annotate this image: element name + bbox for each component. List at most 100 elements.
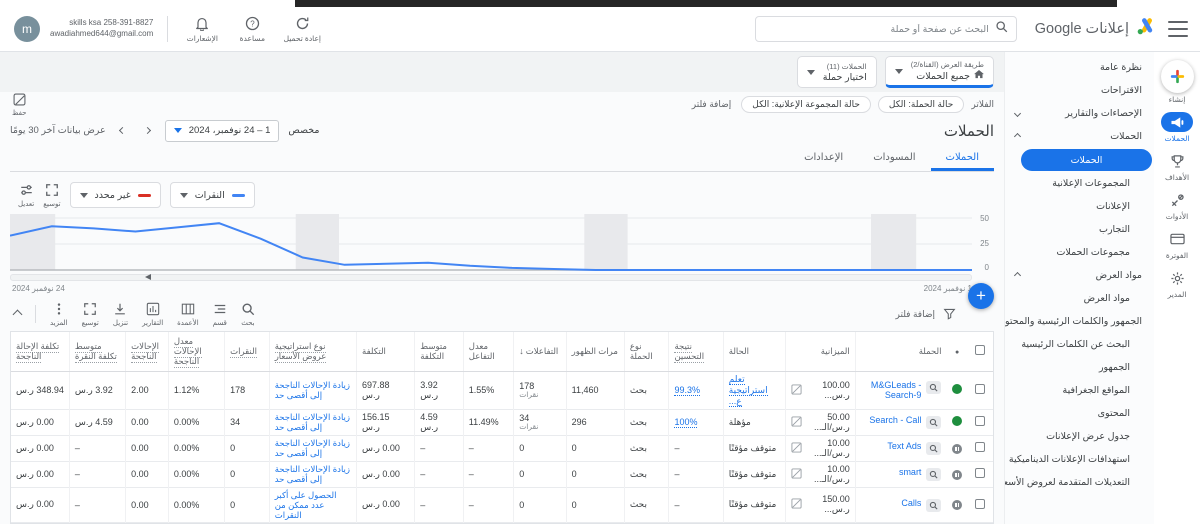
campaign-name-link[interactable]: Text Ads	[887, 441, 921, 451]
rail-item-create[interactable]: إنشاء	[1161, 60, 1194, 104]
rail-item-admin[interactable]: المدير	[1161, 268, 1193, 299]
sidebar-item[interactable]: الإعلانات	[1005, 195, 1154, 218]
sidebar-item[interactable]: الحملات	[1005, 125, 1154, 148]
reload-button[interactable]: إعادة تحميل	[282, 16, 322, 43]
column-header-avgcost[interactable]: متوسط التكلفة	[415, 332, 464, 371]
global-search[interactable]	[755, 16, 1017, 42]
column-header-inter[interactable]: التفاعلات↓	[514, 332, 566, 371]
sidebar-item[interactable]: المجموعات الإعلانية	[1005, 172, 1154, 195]
rail-item-campaigns[interactable]: الحملات	[1161, 112, 1193, 143]
sidebar-item[interactable]: البحث عن الكلمات الرئيسية	[1005, 333, 1154, 356]
tab-2[interactable]: الإعدادات	[789, 146, 858, 171]
column-header-avgcpc[interactable]: متوسط تكلفة النقرة	[69, 332, 125, 371]
avatar[interactable]: m	[14, 16, 40, 42]
optimization-score-link[interactable]: 100%	[674, 417, 697, 428]
status-dot-enabled[interactable]	[952, 384, 962, 394]
hamburger-menu-icon[interactable]	[1168, 21, 1188, 37]
bid-strategy-link[interactable]: زيادة الإحالات الناجحة إلى أقصى حد	[275, 438, 351, 458]
column-header-clicks[interactable]: النقرات	[225, 332, 270, 371]
sidebar-item[interactable]: الجمهور	[1005, 356, 1154, 379]
budget-cell[interactable]: 150.00 ر.س...	[791, 494, 850, 515]
budget-cell[interactable]: 50.00 ر.س/الـ...	[791, 412, 850, 433]
column-header-cost[interactable]: التكلفة	[357, 332, 415, 371]
column-header-rate[interactable]: معدل التفاعل	[463, 332, 513, 371]
status-text[interactable]: تعلم استراتيجية ع...	[729, 374, 768, 407]
column-header-budget[interactable]: الميزانية	[785, 332, 855, 371]
column-header-check[interactable]	[968, 332, 993, 371]
toolbar-reports-button[interactable]: التقارير	[142, 302, 163, 327]
date-next-button[interactable]	[140, 123, 156, 139]
tab-0[interactable]: الحملات	[931, 146, 994, 171]
expand-chart-button[interactable]: توسيع	[43, 183, 60, 208]
row-checkbox[interactable]	[975, 442, 985, 452]
budget-cell[interactable]: 10.00 ر.س/الـ...	[791, 464, 850, 485]
column-header-costconv[interactable]: تكلفة الإحالة الناجحة	[11, 332, 69, 371]
status-dot-paused[interactable]	[952, 470, 962, 480]
row-checkbox[interactable]	[975, 384, 985, 394]
row-checkbox[interactable]	[975, 468, 985, 478]
bid-strategy-link[interactable]: زيادة الإحالات الناجحة إلى أقصى حد	[275, 412, 351, 432]
sidebar-item[interactable]: جدول عرض الإعلانات	[1005, 425, 1154, 448]
bid-strategy-link[interactable]: الحصول على أكبر عدد ممكن من النقرات	[275, 490, 351, 521]
adjust-chart-button[interactable]: تعديل	[18, 183, 34, 208]
add-filter-button[interactable]: إضافة فلتر	[689, 99, 734, 110]
sidebar-item-campaigns-active[interactable]: الحملات	[1021, 149, 1152, 171]
bid-strategy-link[interactable]: زيادة الإحالات الناجحة إلى أقصى حد	[275, 380, 351, 400]
select-all-checkbox[interactable]	[975, 345, 985, 355]
sidebar-item[interactable]: المحتوى	[1005, 402, 1154, 425]
column-header-conv[interactable]: الإحالات الناجحة	[126, 332, 169, 371]
campaign-selector[interactable]: الحملات (11) اختيار حملة	[797, 56, 877, 88]
date-range-picker[interactable]: 1 – 24 نوفمبر، 2024	[165, 120, 280, 142]
show-last-30-days-link[interactable]: عرض بيانات آخر 30 يومًا	[10, 125, 106, 136]
help-button[interactable]: ? مساعدة	[232, 16, 272, 43]
tab-1[interactable]: المسودات	[858, 146, 930, 171]
sidebar-item[interactable]: نظرة عامة	[1005, 56, 1154, 79]
add-campaign-fab[interactable]: +	[968, 283, 994, 309]
budget-cell[interactable]: 100.00 ر.س...	[791, 380, 850, 401]
status-dot-paused[interactable]	[952, 500, 962, 510]
rail-item-goals[interactable]: الأهداف	[1161, 151, 1193, 182]
column-header-strategy[interactable]: نوع استراتيجية عروض الأسعار	[269, 332, 356, 371]
rail-item-tools[interactable]: الأدوات	[1161, 190, 1193, 221]
save-button[interactable]: حفظ	[12, 93, 27, 117]
funnel-icon[interactable]	[943, 307, 956, 322]
view-selector-all-campaigns[interactable]: طريقة العرض (القناة/2) جميع الحملات	[885, 56, 994, 88]
campaign-name-link[interactable]: Calls	[901, 498, 921, 508]
row-checkbox[interactable]	[975, 416, 985, 426]
campaign-status-filter-chip[interactable]: حالة الحملة: الكل	[878, 96, 964, 113]
campaign-name-link[interactable]: smart	[899, 467, 922, 477]
toolbar-columns-button[interactable]: الأعمدة	[177, 302, 199, 327]
sidebar-item[interactable]: الجمهور والكلمات الرئيسية والمحتوى	[1005, 310, 1154, 333]
toolbar-download-button[interactable]: تنزيل	[113, 302, 128, 327]
status-dot-paused[interactable]	[952, 444, 962, 454]
scrubber-handle[interactable]	[145, 274, 151, 280]
adgroup-status-filter-chip[interactable]: حالة المجموعة الإعلانية: الكل	[741, 96, 871, 113]
column-header-opt[interactable]: نتيجة التحسين	[669, 332, 723, 371]
status-dot-enabled[interactable]	[952, 416, 962, 426]
sidebar-item[interactable]: الإحصاءات والتقارير	[1005, 102, 1154, 125]
row-checkbox[interactable]	[975, 499, 985, 509]
metric-selector-clicks[interactable]: النقرات	[170, 182, 255, 208]
date-prev-button[interactable]	[115, 123, 131, 139]
sidebar-item[interactable]: الاقتراحات	[1005, 79, 1154, 102]
sidebar-item[interactable]: مجموعات الحملات	[1005, 241, 1154, 264]
toolbar-search-button[interactable]: بحث	[241, 302, 255, 327]
metric-selector-none[interactable]: غير محدد	[70, 182, 161, 208]
sidebar-item[interactable]: مواد العرض	[1005, 287, 1154, 310]
sidebar-item[interactable]: التجارب	[1005, 218, 1154, 241]
budget-cell[interactable]: 10.00 ر.س/الـ...	[791, 438, 850, 459]
account-info[interactable]: skills ksa 258-391-8827 awadiahmed644@gm…	[50, 18, 153, 40]
bid-strategy-link[interactable]: زيادة الإحالات الناجحة إلى أقصى حد	[275, 464, 351, 484]
toolbar-more-button[interactable]: المزيد	[50, 302, 68, 327]
collapse-chart-button[interactable]	[14, 311, 21, 318]
toolbar-segment-button[interactable]: قسم	[213, 302, 227, 327]
campaign-name-link[interactable]: M&GLeads -Search-9	[861, 380, 922, 401]
sidebar-item[interactable]: مواد العرض	[1005, 264, 1154, 287]
chart-scrubber[interactable]	[10, 274, 972, 281]
toolbar-expand-button[interactable]: توسيع	[82, 302, 99, 327]
column-header-type[interactable]: نوع الحملة	[624, 332, 669, 371]
campaign-name-link[interactable]: Search - Call	[869, 415, 921, 425]
sidebar-item[interactable]: التعديلات المتقدمة لعروض الأسعار	[1005, 471, 1154, 494]
rail-item-billing[interactable]: الفوترة	[1161, 229, 1193, 260]
column-header-status[interactable]: الحالة	[723, 332, 785, 371]
